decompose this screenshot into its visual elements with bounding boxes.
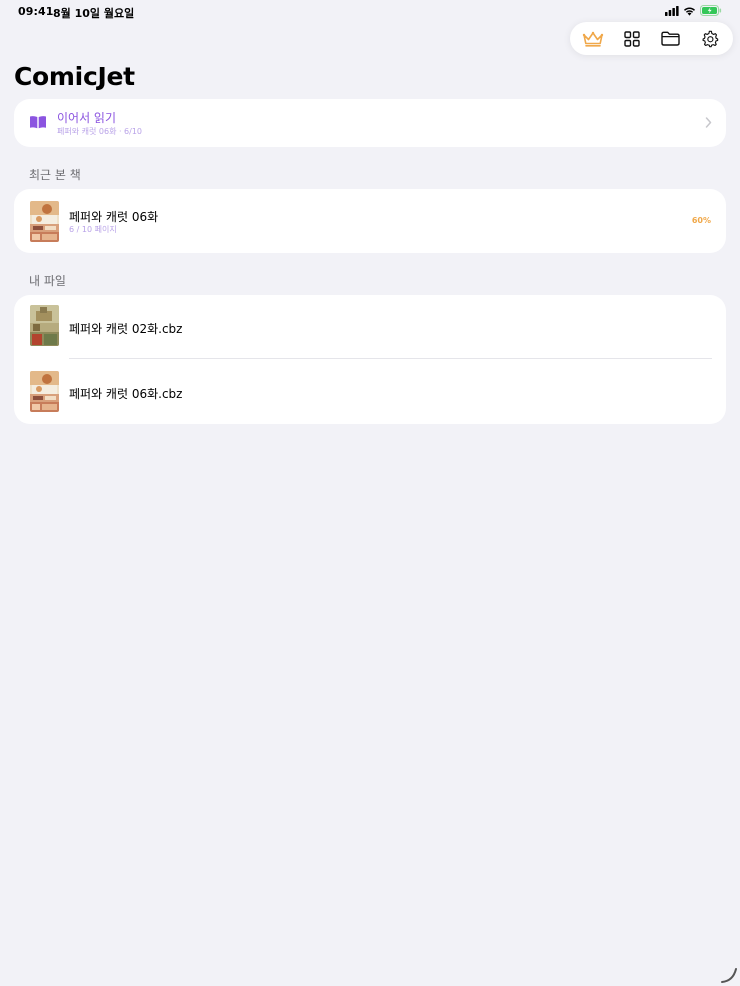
- continue-reading-card[interactable]: 이어서 읽기 페퍼와 캐럿 06화 · 6/10: [14, 99, 726, 147]
- recent-books-card: 페퍼와 캐럿 06화 6 / 10 페이지 60%: [14, 189, 726, 253]
- battery-icon: [700, 5, 722, 16]
- files-card: 페퍼와 캐럿 02화.cbz 페퍼와 캐럿 06화.cbz: [14, 295, 726, 424]
- status-date: 8월 10일 월요일: [53, 7, 135, 20]
- page-title: ComicJet: [14, 62, 135, 91]
- resize-corner-icon: [721, 968, 737, 983]
- cellular-signal-icon: [665, 5, 679, 16]
- recent-book-row[interactable]: 페퍼와 캐럿 06화 6 / 10 페이지 60%: [14, 189, 726, 253]
- open-book-icon: [30, 116, 46, 129]
- recent-book-pages: 6 / 10 페이지: [69, 225, 117, 234]
- file-name: 페퍼와 캐럿 02화.cbz: [69, 322, 183, 336]
- status-time: 09:41: [18, 5, 54, 18]
- crown-icon: [583, 31, 604, 47]
- recent-section-header: 최근 본 책: [29, 168, 81, 182]
- file-thumbnail: [30, 305, 59, 346]
- chevron-right-icon: [705, 117, 712, 128]
- folder-icon: [661, 31, 681, 46]
- book-thumbnail: [30, 201, 59, 242]
- top-toolbar: [570, 22, 733, 55]
- status-icons: [665, 5, 722, 16]
- continue-reading-subtitle: 페퍼와 캐럿 06화 · 6/10: [57, 127, 143, 136]
- open-folder-button[interactable]: [656, 24, 686, 54]
- gear-icon: [702, 30, 718, 47]
- settings-button[interactable]: [695, 24, 725, 54]
- file-row[interactable]: 페퍼와 캐럿 06화.cbz: [14, 359, 726, 423]
- file-thumbnail: [30, 371, 59, 412]
- files-section-header: 내 파일: [29, 274, 66, 288]
- recent-book-progress: 60%: [691, 216, 711, 225]
- file-name: 페퍼와 캐럿 06화.cbz: [69, 387, 183, 401]
- grid-view-button[interactable]: [617, 24, 647, 54]
- recent-book-title: 페퍼와 캐럿 06화: [69, 210, 159, 224]
- premium-button[interactable]: [578, 24, 608, 54]
- continue-reading-title: 이어서 읽기: [57, 111, 117, 125]
- grid-icon: [624, 30, 640, 47]
- file-row[interactable]: 페퍼와 캐럿 02화.cbz: [14, 295, 726, 359]
- status-bar: 09:41 8월 10일 월요일: [0, 0, 740, 22]
- wifi-icon: [684, 7, 695, 16]
